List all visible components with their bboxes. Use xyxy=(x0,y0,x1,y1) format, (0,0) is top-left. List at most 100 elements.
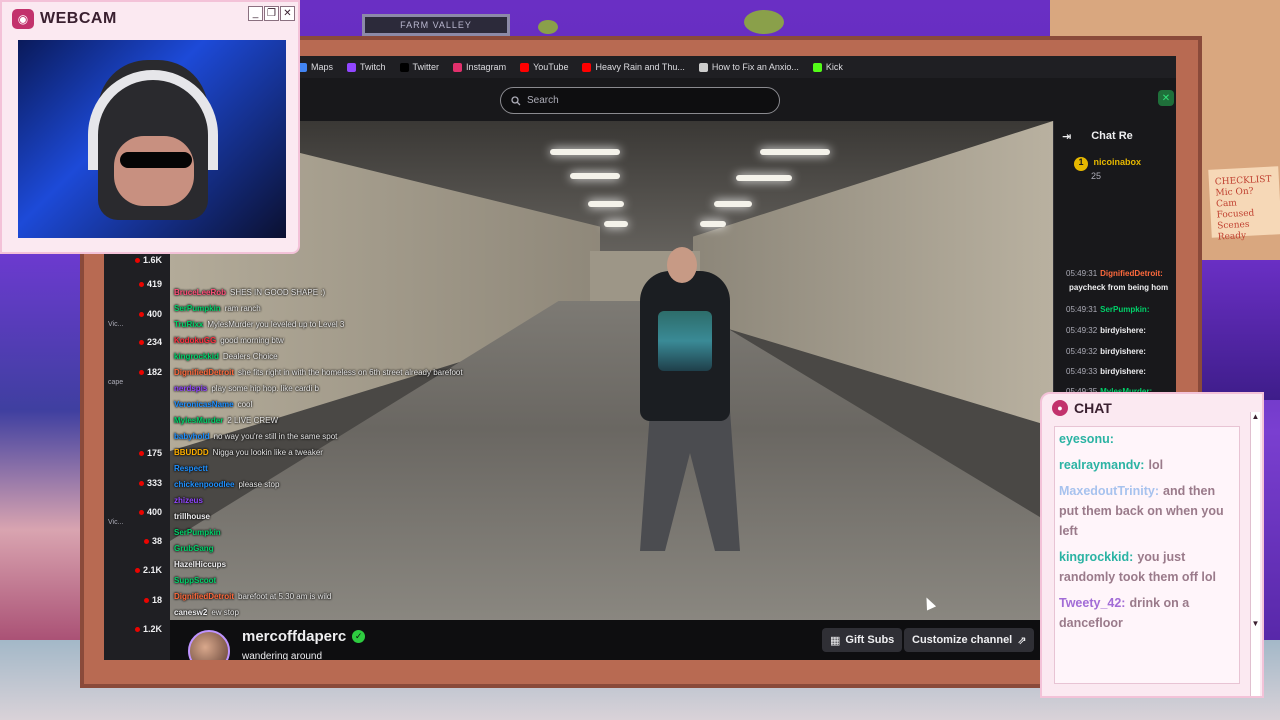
avatar[interactable] xyxy=(188,630,230,660)
overlay-chat-user: KodokuGG xyxy=(174,336,217,345)
chat-widget-message: Tweety_42: drink on a dancefloor xyxy=(1059,593,1235,633)
close-icon[interactable]: ✕ xyxy=(280,6,295,21)
chat-widget-user: realraymandv: xyxy=(1059,458,1145,472)
live-dot-icon xyxy=(138,339,144,345)
live-dot-icon xyxy=(138,450,144,456)
overlay-chat-line: DignifiedDetroit barefoot at 5.30 am is w… xyxy=(174,589,534,605)
overlay-chat-line: chickenpoodlee please stop xyxy=(174,477,534,493)
ceiling-light xyxy=(550,149,620,155)
leaderboard-rank: 1 xyxy=(1074,157,1088,171)
bookmark-item[interactable]: Twitter xyxy=(399,62,440,72)
viewer-count[interactable]: 1.6K xyxy=(134,255,162,265)
live-dot-icon xyxy=(143,538,149,544)
viewer-count-value: 18 xyxy=(151,595,162,605)
viewer-count[interactable]: 175 xyxy=(138,448,162,458)
overlay-chat-text: Nigga you lookin like a tweaker xyxy=(212,448,323,457)
verified-icon: ✓ xyxy=(352,630,366,643)
minimize-icon[interactable]: _ xyxy=(248,6,263,21)
bookmark-item[interactable]: Heavy Rain and Thu... xyxy=(582,62,685,72)
viewer-count[interactable]: 38 xyxy=(143,536,162,546)
overlay-chat-user: GrubGang xyxy=(174,544,214,553)
overlay-chat-line: HazelHiccups xyxy=(174,557,534,573)
live-dot-icon xyxy=(138,480,144,486)
bookmark-item[interactable]: Twitch xyxy=(347,62,386,72)
webcam-title: WEBCAM xyxy=(40,10,117,27)
viewer-count-value: 419 xyxy=(146,279,162,289)
overlay-chat-user: chickenpoodlee xyxy=(174,480,235,489)
bookmark-label: Twitter xyxy=(412,62,440,72)
overlay-chat-line: SuppScoot xyxy=(174,573,534,589)
bookmark-label: Kick xyxy=(825,62,843,72)
viewer-count-value: 1.2K xyxy=(142,624,162,634)
viewer-count[interactable]: 400 xyxy=(138,309,162,319)
channel-name-truncated: Vic... xyxy=(108,519,124,526)
background-sign: FARM VALLEY xyxy=(362,14,510,36)
chat-widget-user: kingrockkid: xyxy=(1059,550,1134,564)
chat-widget: ● CHAT eyesonu: realraymandv: lol MaxedoutT… xyxy=(1040,392,1264,698)
extension-icon[interactable]: ✕ xyxy=(1158,90,1174,106)
message-timestamp: 05:49:32 xyxy=(1066,347,1098,356)
overlay-chat-line: nerdspis play some hip hop. like cardi b xyxy=(174,381,534,397)
live-dot-icon xyxy=(134,257,140,263)
search-placeholder: Search xyxy=(527,95,559,106)
customize-label: Customize channel xyxy=(912,634,1013,646)
collapse-icon[interactable]: ⇥ xyxy=(1062,130,1071,143)
channel-name[interactable]: mercoffdaperc xyxy=(242,628,346,645)
gift-subs-button[interactable]: ▦ Gift Subs xyxy=(822,628,903,652)
overlay-chat-line: SerPumpkin xyxy=(174,525,534,541)
frog-decoration xyxy=(744,10,784,34)
message-timestamp: 05:49:31 xyxy=(1066,305,1098,314)
maximize-icon[interactable]: ❐ xyxy=(264,6,279,21)
overlay-chat-user: babyhold xyxy=(174,432,210,441)
viewer-count[interactable]: 333 xyxy=(138,478,162,488)
checklist-note: CHECKLIST Mic On? Cam Focused Scenes Rea… xyxy=(1208,166,1280,242)
live-dot-icon xyxy=(138,311,144,317)
overlay-chat-text: she fits right in with the homeless on 6… xyxy=(238,368,463,377)
overlay-chat-user: zhizeus xyxy=(174,496,203,505)
viewer-count-value: 1.6K xyxy=(142,255,162,265)
message-user[interactable]: DignifiedDetroit: xyxy=(1100,269,1163,278)
overlay-chat-text: 2 LIVE CREW xyxy=(227,416,279,425)
bookmark-item[interactable]: YouTube xyxy=(520,62,568,72)
bookmark-item[interactable]: Maps xyxy=(298,62,333,72)
message-user[interactable]: birdyishere: xyxy=(1100,326,1146,335)
gift-icon: ▦ xyxy=(830,634,841,647)
bookmark-icon xyxy=(582,62,592,72)
viewer-count[interactable]: 1.2K xyxy=(134,624,162,634)
overlay-chat-line: TruRixx MylesMurder you leveled up to Lev… xyxy=(174,317,534,333)
viewer-count[interactable]: 419 xyxy=(138,279,162,289)
search-input[interactable]: Search xyxy=(500,87,780,114)
message-user[interactable]: birdyishere: xyxy=(1100,367,1146,376)
viewer-count-value: 400 xyxy=(146,507,162,517)
live-dot-icon xyxy=(134,626,140,632)
overlay-chat-user: Respectt xyxy=(174,464,208,473)
stream-chat-message: 05:49:31 SerPumpkin: xyxy=(1066,305,1149,314)
overlay-chat-user: HazelHiccups xyxy=(174,560,227,569)
message-user[interactable]: paycheck from being hom xyxy=(1069,283,1168,292)
customize-channel-button[interactable]: Customize channel ⇗ xyxy=(904,628,1035,652)
overlay-chat-user: trillhouse xyxy=(174,512,211,521)
bookmark-item[interactable]: Instagram xyxy=(453,62,506,72)
live-dot-icon xyxy=(134,567,140,573)
viewer-count[interactable]: 18 xyxy=(143,595,162,605)
overlay-chat-line: trillhouse xyxy=(174,509,534,525)
leaderboard-entry: 1 nicoinabox 25 xyxy=(1074,157,1141,181)
viewer-count[interactable]: 234 xyxy=(138,337,162,347)
bookmark-label: YouTube xyxy=(533,62,569,72)
overlay-chat-line: canesw2 ew stop xyxy=(174,605,534,620)
overlay-chat-user: MylesMurder xyxy=(174,416,224,425)
viewer-count[interactable]: 182 xyxy=(138,367,162,377)
viewer-count[interactable]: 2.1K xyxy=(134,565,162,575)
chat-scrollbar[interactable]: ▲ ▼ xyxy=(1250,412,1260,696)
message-user[interactable]: birdyishere: xyxy=(1100,347,1146,356)
message-user[interactable]: SerPumpkin: xyxy=(1100,305,1149,314)
viewer-count[interactable]: 400 xyxy=(138,507,162,517)
overlay-chat-line: BruceLeeRob SHES IN GOOD SHAPE :) xyxy=(174,285,534,301)
chat-widget-title: CHAT xyxy=(1074,400,1112,416)
video-player[interactable]: BruceLeeRob SHES IN GOOD SHAPE :) SerPumpk… xyxy=(170,121,1053,620)
overlay-chat-user: BruceLeeRob xyxy=(174,288,227,297)
bookmark-item[interactable]: Kick xyxy=(812,62,843,72)
bookmark-item[interactable]: How to Fix an Anxio... xyxy=(698,62,799,72)
webcam-widget: ◉ WEBCAM _ ❐ ✕ xyxy=(0,0,300,254)
overlay-chat-user: TruRixx xyxy=(174,320,204,329)
